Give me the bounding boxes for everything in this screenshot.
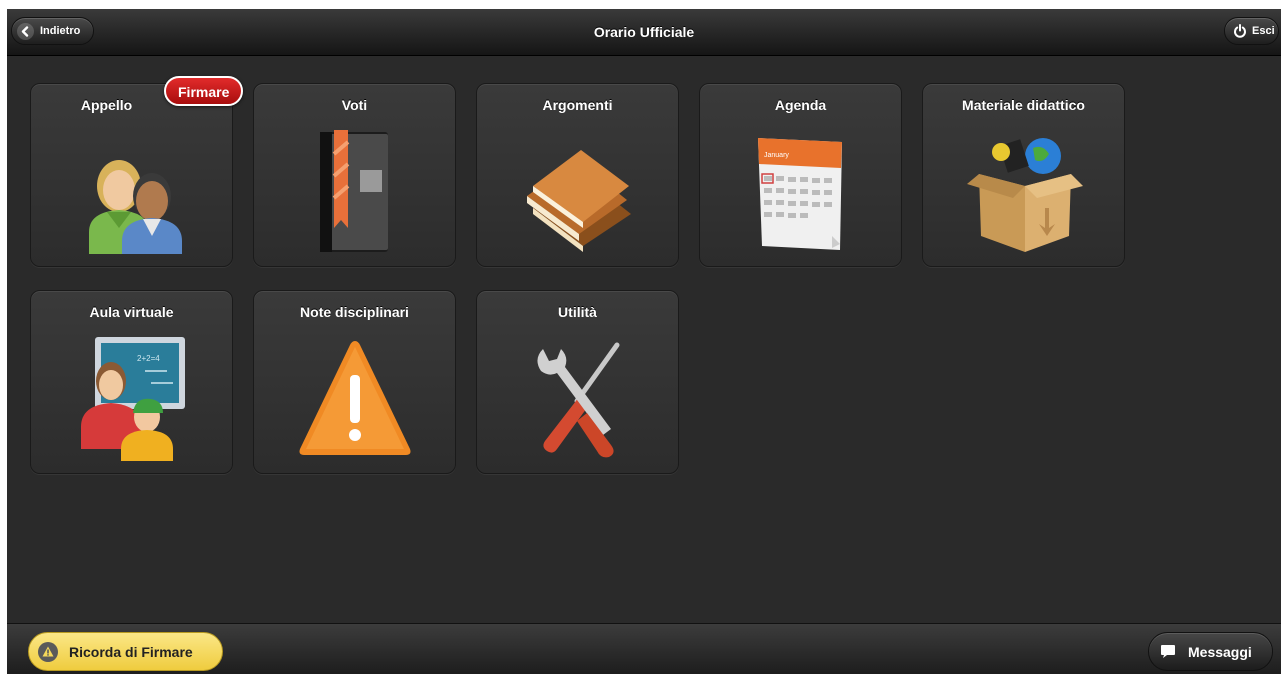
- signature-badge: Firmare: [164, 76, 244, 106]
- warning-icon: [38, 641, 58, 662]
- back-button-label: Indietro: [40, 25, 81, 37]
- tile-label: Note disciplinari: [300, 304, 409, 320]
- tile-agenda[interactable]: Agenda January: [699, 83, 902, 267]
- tile-note-disciplinari[interactable]: Note disciplinari: [253, 290, 456, 474]
- top-bar: Orario Ufficiale Indietro Esci: [7, 9, 1281, 56]
- app-window: Orario Ufficiale Indietro Esci Appello F…: [7, 9, 1281, 674]
- materials-box-icon: [959, 124, 1089, 254]
- tile-label: Materiale didattico: [962, 97, 1085, 113]
- page-title: Orario Ufficiale: [593, 24, 695, 40]
- tile-materiale-didattico[interactable]: Materiale didattico: [922, 83, 1125, 267]
- exit-button-label: Esci: [1252, 25, 1275, 37]
- tile-aula-virtuale[interactable]: Aula virtuale 2+2=4: [30, 290, 233, 474]
- people-icon: [67, 124, 197, 254]
- messages-label: Messaggi: [1188, 643, 1252, 660]
- blackboard-text: 2+2=4: [137, 354, 160, 363]
- tile-label: Argomenti: [542, 97, 613, 113]
- bottom-bar: Ricorda di Firmare Messaggi: [7, 623, 1281, 674]
- tile-label: Utilità: [558, 304, 597, 320]
- calendar-month-text: January: [764, 152, 789, 159]
- power-icon: [1231, 23, 1248, 40]
- exit-button[interactable]: Esci: [1224, 17, 1279, 45]
- gradebook-icon: [290, 124, 420, 254]
- back-button[interactable]: Indietro: [11, 17, 94, 45]
- tile-voti[interactable]: Voti: [253, 83, 456, 267]
- warning-icon: [290, 331, 420, 461]
- tools-icon: [513, 331, 643, 461]
- tile-argomenti[interactable]: Argomenti: [476, 83, 679, 267]
- tile-appello[interactable]: Appello Firmare: [30, 76, 244, 267]
- tile-label: Aula virtuale: [89, 304, 174, 320]
- tile-label: Agenda: [774, 97, 827, 113]
- chat-bubble-icon: [1160, 644, 1176, 659]
- remind-sign-button[interactable]: Ricorda di Firmare: [28, 632, 223, 671]
- chevron-left-icon: [17, 22, 34, 40]
- books-icon: [513, 124, 643, 254]
- tile-utilita[interactable]: Utilità: [476, 290, 679, 474]
- messages-button[interactable]: Messaggi: [1148, 632, 1273, 671]
- tile-label: Voti: [341, 97, 368, 113]
- virtual-classroom-icon: 2+2=4: [67, 331, 197, 461]
- remind-sign-label: Ricorda di Firmare: [69, 643, 193, 660]
- calendar-icon: January: [736, 124, 866, 254]
